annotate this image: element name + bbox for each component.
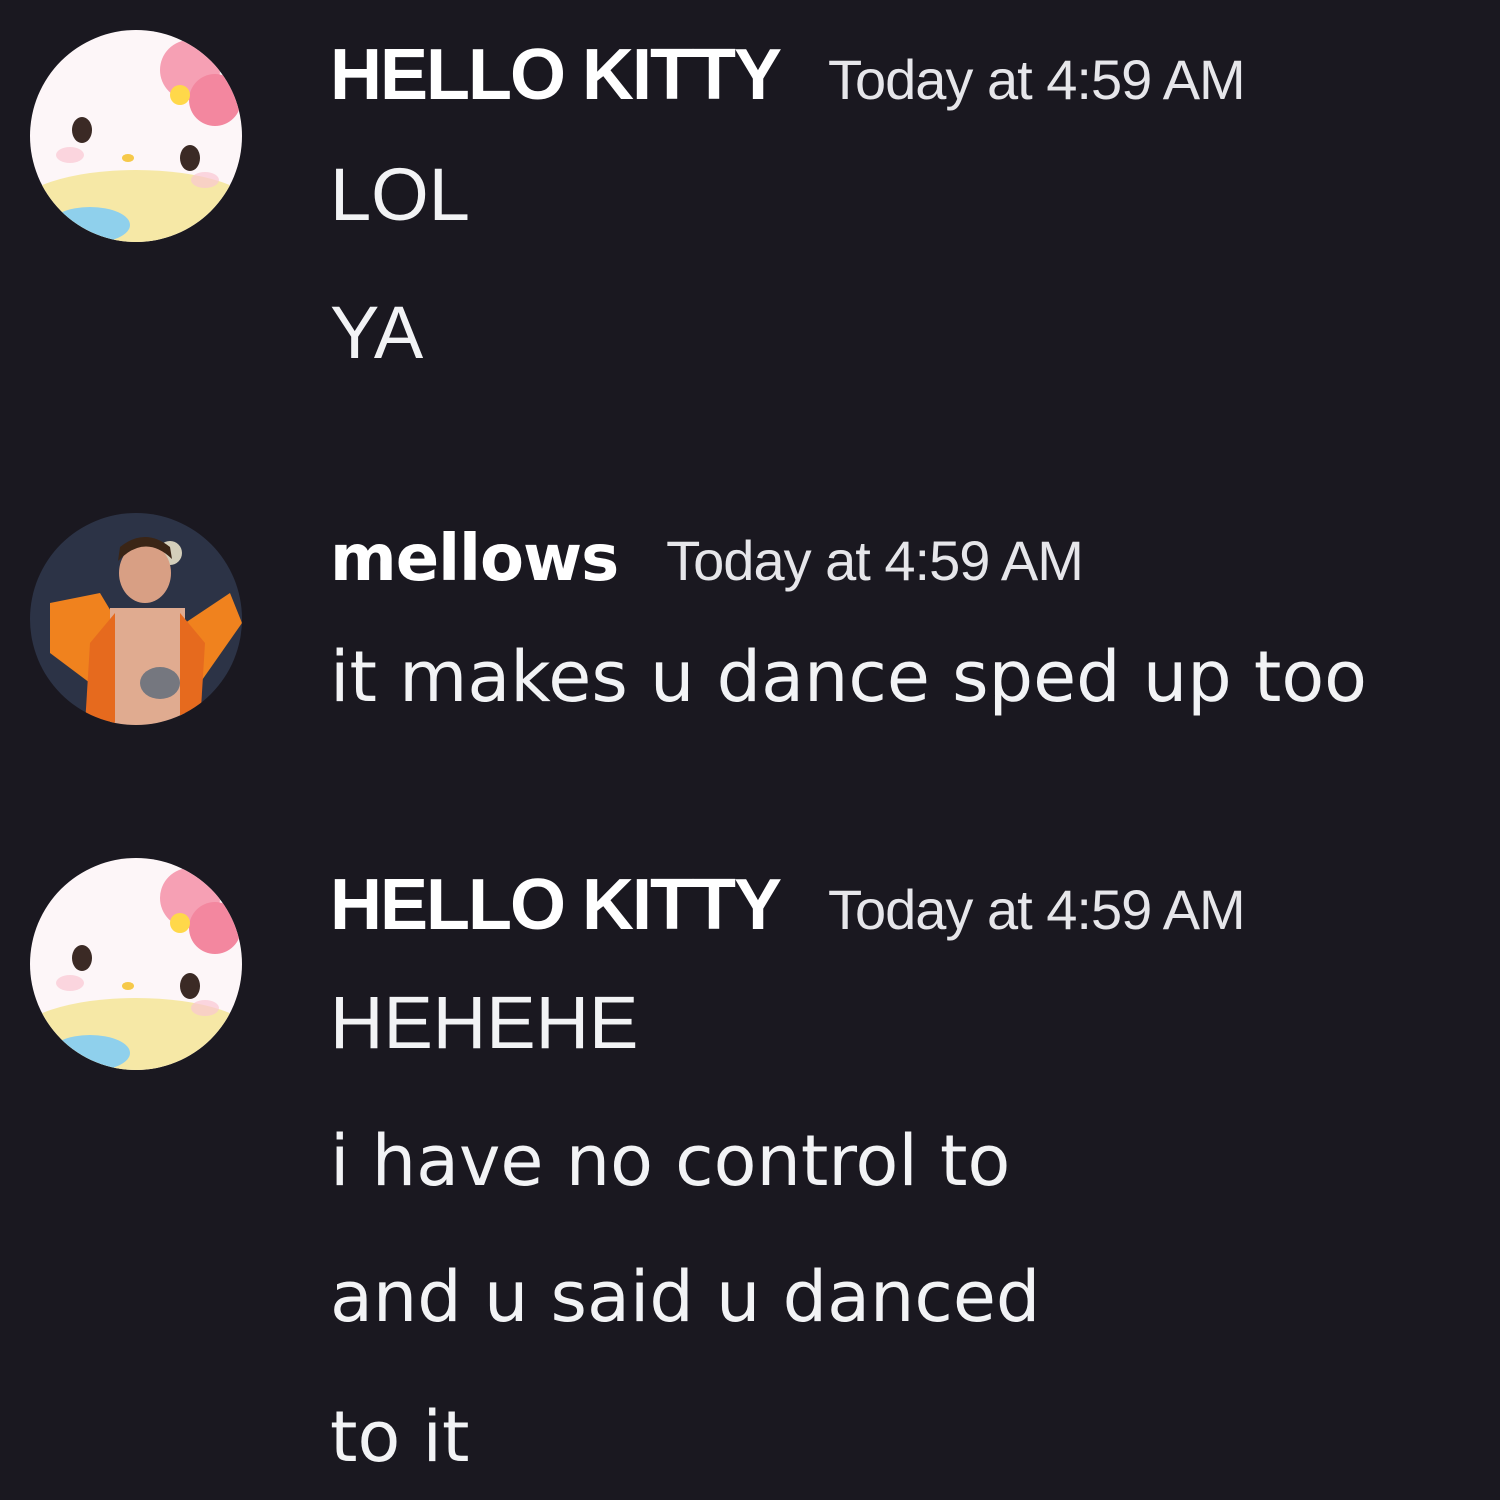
message-text: to it (330, 1396, 470, 1478)
message-text: and u said u danced (330, 1256, 1041, 1338)
performer-photo-avatar-icon (30, 513, 242, 725)
message-text: LOL (330, 153, 470, 236)
avatar[interactable] (30, 30, 242, 242)
message-header: mellows Today at 4:59 AM (330, 522, 1084, 596)
hello-kitty-avatar-icon (30, 30, 242, 242)
username[interactable]: HELLO KITTY (330, 864, 782, 946)
hello-kitty-avatar-icon (30, 858, 242, 1070)
timestamp[interactable]: Today at 4:59 AM (828, 877, 1246, 942)
message-header: HELLO KITTY Today at 4:59 AM (330, 864, 1246, 946)
message-text: YA (330, 291, 424, 374)
timestamp[interactable]: Today at 4:59 AM (828, 47, 1246, 112)
username[interactable]: mellows (330, 522, 619, 596)
username[interactable]: HELLO KITTY (330, 34, 782, 116)
message-header: HELLO KITTY Today at 4:59 AM (330, 34, 1246, 116)
message-text: i have no control to (330, 1120, 1011, 1202)
message-text: HEHEHE (330, 981, 639, 1064)
avatar[interactable] (30, 858, 242, 1070)
timestamp[interactable]: Today at 4:59 AM (666, 528, 1084, 593)
avatar[interactable] (30, 513, 242, 725)
message-text: it makes u dance sped up too (330, 636, 1367, 718)
